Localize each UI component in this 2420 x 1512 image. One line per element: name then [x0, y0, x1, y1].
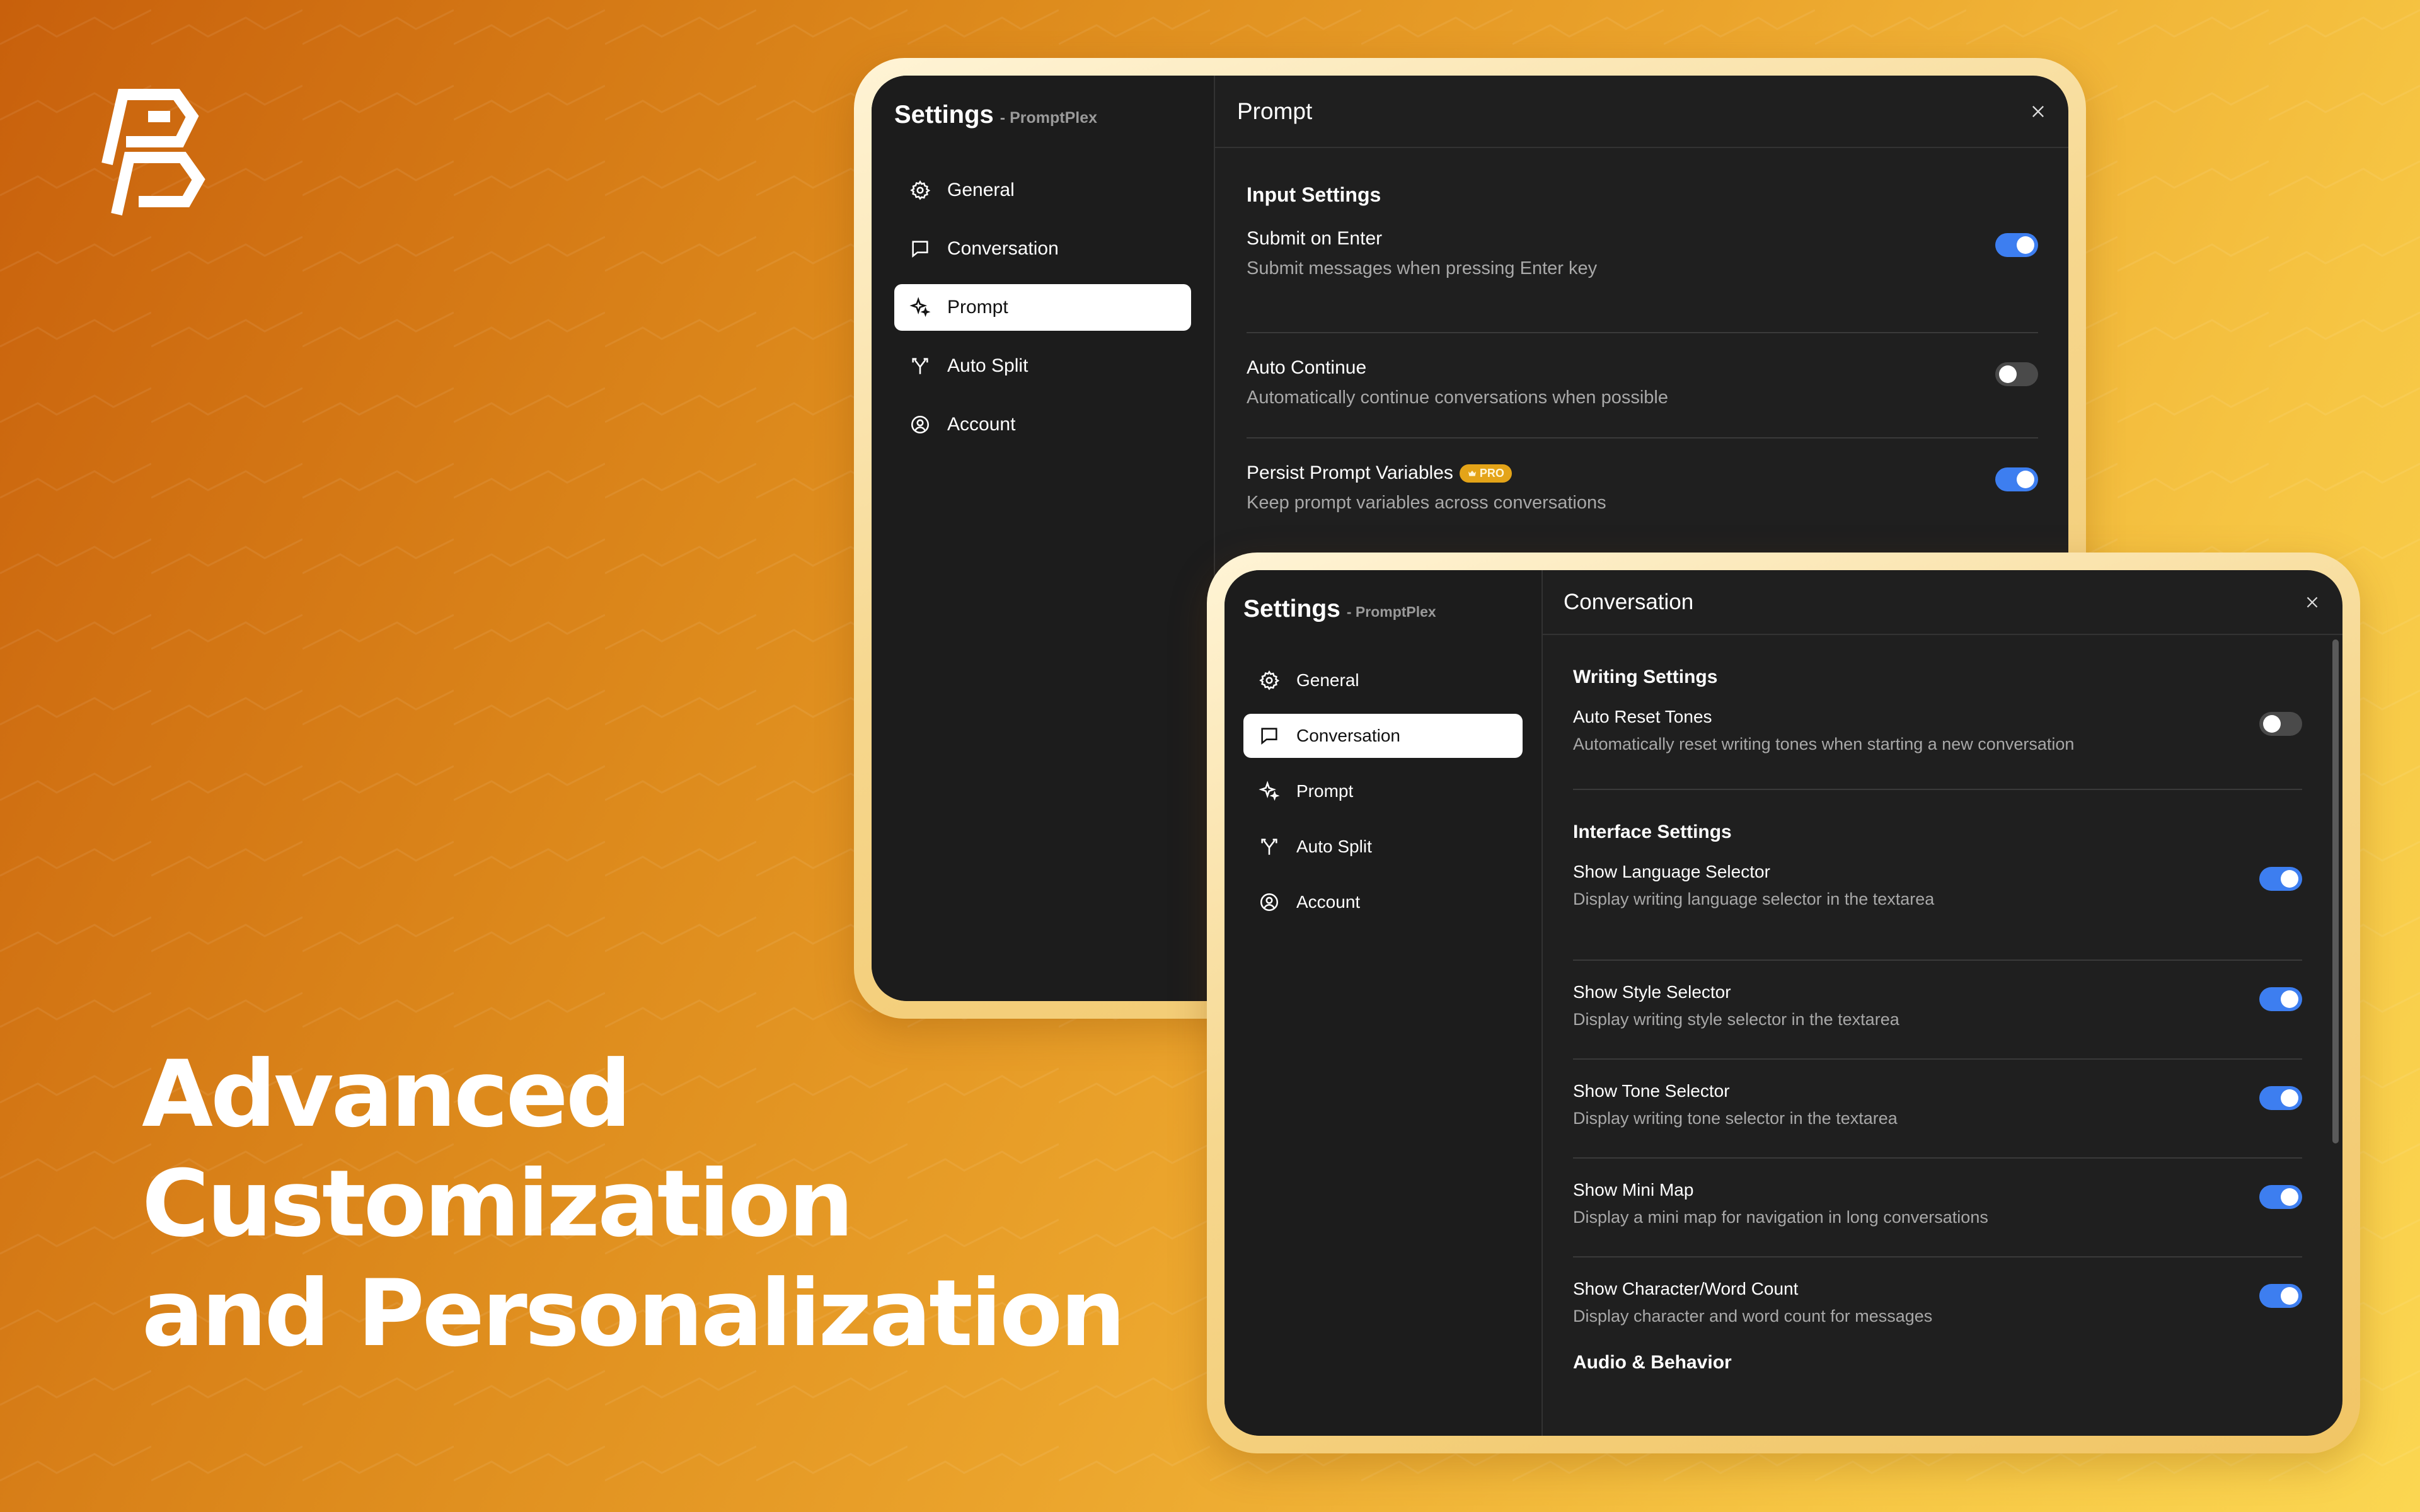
- close-button[interactable]: [2027, 100, 2049, 123]
- app-subtitle: - PromptPlex: [1346, 604, 1436, 620]
- sidebar-item-prompt[interactable]: Prompt: [894, 284, 1191, 331]
- sidebar-item-label: Account: [947, 414, 1016, 435]
- app-title: Settings - PromptPlex: [1243, 595, 1523, 623]
- promptplex-logo-icon: [88, 88, 221, 220]
- app-subtitle: - PromptPlex: [1000, 109, 1097, 127]
- sidebar-item-label: Conversation: [947, 238, 1059, 259]
- setting-description: Display writing style selector in the te…: [1573, 1010, 1899, 1029]
- setting-label: Show Tone Selector: [1573, 1081, 1730, 1101]
- setting-row-show-tone-selector: Show Tone Selector Display writing tone …: [1573, 1060, 2302, 1159]
- persist-prompt-variables-toggle[interactable]: [1995, 467, 2038, 491]
- setting-row-auto-reset-tones: Auto Reset Tones Automatically reset wri…: [1573, 707, 2302, 790]
- sidebar-item-label: Auto Split: [947, 355, 1028, 376]
- settings-panel: Conversation Writing Settings Auto Reset…: [1543, 570, 2342, 1436]
- sidebar-item-label: Conversation: [1296, 726, 1400, 745]
- gear-icon: [909, 180, 931, 201]
- app-title-text: Settings: [1243, 595, 1340, 622]
- sidebar-item-conversation[interactable]: Conversation: [894, 226, 1191, 272]
- setting-label: Auto Continue: [1247, 357, 1367, 378]
- headline: Advanced Customization and Personalizati…: [142, 1040, 1126, 1368]
- setting-label: Show Language Selector: [1573, 862, 1770, 881]
- sidebar-item-conversation[interactable]: Conversation: [1243, 714, 1523, 758]
- setting-label: Auto Reset Tones: [1573, 707, 1712, 726]
- user-circle-icon: [1259, 891, 1280, 913]
- app-title-text: Settings: [894, 101, 994, 129]
- sidebar-item-label: Auto Split: [1296, 837, 1372, 856]
- close-button[interactable]: [2301, 591, 2324, 614]
- sidebar-item-label: Prompt: [1296, 781, 1354, 801]
- panel-title: Conversation: [1564, 589, 1694, 614]
- sparkle-icon: [909, 297, 931, 318]
- setting-description: Display writing language selector in the…: [1573, 890, 1935, 908]
- setting-row-show-language-selector: Show Language Selector Display writing l…: [1573, 862, 2302, 961]
- sidebar-item-prompt[interactable]: Prompt: [1243, 769, 1523, 813]
- show-style-selector-toggle[interactable]: [2259, 987, 2302, 1011]
- show-language-selector-toggle[interactable]: [2259, 867, 2302, 891]
- setting-description: Keep prompt variables across conversatio…: [1247, 493, 1606, 513]
- setting-row-show-mini-map: Show Mini Map Display a mini map for nav…: [1573, 1159, 2302, 1257]
- setting-description: Submit messages when pressing Enter key: [1247, 258, 1598, 278]
- setting-label: Submit on Enter: [1247, 228, 1383, 249]
- sidebar-item-auto-split[interactable]: Auto Split: [1243, 825, 1523, 869]
- user-circle-icon: [909, 414, 931, 435]
- sidebar-item-account[interactable]: Account: [894, 401, 1191, 448]
- setting-description: Display character and word count for mes…: [1573, 1307, 1933, 1326]
- panel-header: Prompt: [1215, 76, 2068, 148]
- crown-icon: [1468, 471, 1476, 476]
- setting-description: Display a mini map for navigation in lon…: [1573, 1208, 1988, 1227]
- headline-line-1: Advanced: [142, 1041, 631, 1148]
- sidebar-item-general[interactable]: General: [1243, 658, 1523, 702]
- gear-icon: [1259, 670, 1280, 691]
- show-tone-selector-toggle[interactable]: [2259, 1086, 2302, 1110]
- submit-on-enter-toggle[interactable]: [1995, 233, 2038, 257]
- settings-sidebar: Settings - PromptPlex General Conversati…: [1224, 570, 1543, 1436]
- app-title: Settings - PromptPlex: [894, 101, 1191, 129]
- chat-bubble-icon: [1259, 725, 1280, 747]
- scrollbar[interactable]: [2332, 639, 2339, 1143]
- section-title-audio-behavior: Audio & Behavior: [1573, 1352, 1732, 1373]
- sidebar-item-label: Prompt: [947, 297, 1008, 318]
- sidebar-item-auto-split[interactable]: Auto Split: [894, 343, 1191, 389]
- setting-label: Show Mini Map: [1573, 1180, 1694, 1200]
- sidebar-item-general[interactable]: General: [894, 167, 1191, 214]
- settings-window-conversation: Settings - PromptPlex General Conversati…: [1207, 553, 2360, 1453]
- setting-label: Persist Prompt Variables: [1247, 462, 1453, 483]
- setting-row-submit-on-enter: Submit on Enter Submit messages when pre…: [1247, 228, 2038, 333]
- close-icon: [2032, 105, 2044, 117]
- section-title-writing-settings: Writing Settings: [1573, 667, 1718, 687]
- setting-label-wrapper: Persist Prompt Variables PRO: [1247, 462, 1606, 484]
- setting-row-show-style-selector: Show Style Selector Display writing styl…: [1573, 961, 2302, 1060]
- sidebar-item-account[interactable]: Account: [1243, 880, 1523, 924]
- panel-title: Prompt: [1237, 98, 1313, 124]
- setting-label: Show Character/Word Count: [1573, 1279, 1799, 1298]
- pro-badge: PRO: [1459, 464, 1512, 483]
- setting-row-auto-continue: Auto Continue Automatically continue con…: [1247, 333, 2038, 438]
- setting-description: Display writing tone selector in the tex…: [1573, 1109, 1898, 1128]
- setting-row-persist-prompt-variables: Persist Prompt Variables PRO Keep prompt…: [1247, 438, 2038, 544]
- section-title-input-settings: Input Settings: [1247, 183, 1381, 206]
- setting-label: Show Style Selector: [1573, 982, 1731, 1002]
- close-icon: [2307, 597, 2318, 607]
- section-title-interface-settings: Interface Settings: [1573, 822, 1732, 842]
- headline-line-3: and Personalization: [142, 1260, 1126, 1367]
- sparkle-icon: [1259, 781, 1280, 802]
- pro-badge-label: PRO: [1479, 466, 1504, 479]
- sidebar-item-label: Account: [1296, 892, 1361, 912]
- sidebar-item-label: General: [947, 180, 1015, 200]
- settings-sidebar: Settings - PromptPlex General Conversati…: [872, 76, 1215, 1001]
- split-arrows-icon: [909, 355, 931, 377]
- show-mini-map-toggle[interactable]: [2259, 1185, 2302, 1209]
- sidebar-item-label: General: [1296, 670, 1359, 690]
- panel-header: Conversation: [1543, 570, 2342, 635]
- split-arrows-icon: [1259, 836, 1280, 857]
- chat-bubble-icon: [909, 238, 931, 260]
- setting-row-show-character-word-count: Show Character/Word Count Display charac…: [1573, 1257, 2302, 1341]
- auto-continue-toggle[interactable]: [1995, 362, 2038, 386]
- setting-description: Automatically continue conversations whe…: [1247, 387, 1668, 408]
- setting-description: Automatically reset writing tones when s…: [1573, 735, 2075, 753]
- auto-reset-tones-toggle[interactable]: [2259, 712, 2302, 736]
- show-character-word-count-toggle[interactable]: [2259, 1284, 2302, 1308]
- headline-line-2: Customization: [142, 1150, 854, 1257]
